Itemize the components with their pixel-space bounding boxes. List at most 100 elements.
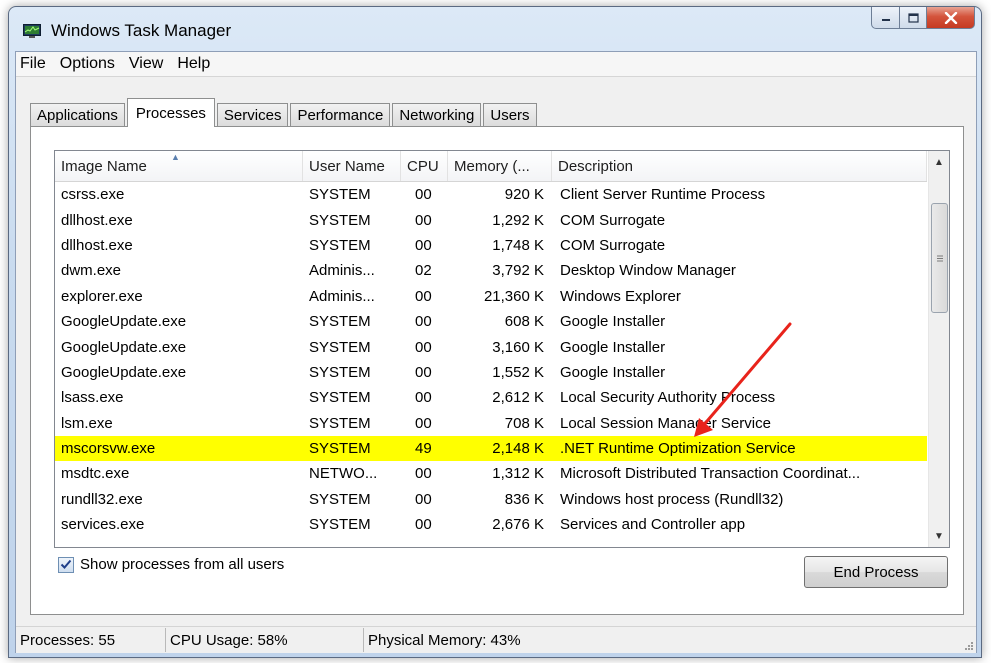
- tab-processes[interactable]: Processes: [126, 98, 215, 127]
- cpu-cell: 00: [415, 389, 432, 407]
- column-label: Description: [558, 157, 634, 175]
- window-body: File Options View Help Applications Proc…: [15, 51, 977, 653]
- minimize-button[interactable]: [871, 7, 900, 29]
- scroll-down-arrow-icon[interactable]: ▼: [929, 526, 949, 546]
- column-user-name[interactable]: User Name: [303, 151, 401, 181]
- column-label: CPU: [407, 157, 439, 175]
- menu-view[interactable]: View: [122, 55, 170, 73]
- show-all-users-label: Show processes from all users: [80, 556, 285, 573]
- show-all-users-checkbox[interactable]: [58, 556, 74, 573]
- process-name-cell: GoogleUpdate.exe: [61, 313, 187, 331]
- user-name-cell: SYSTEM: [309, 389, 371, 407]
- cpu-cell: 00: [415, 490, 432, 508]
- close-button[interactable]: [927, 7, 975, 29]
- column-cpu[interactable]: CPU: [401, 151, 448, 181]
- memory-cell: 2,676 K: [492, 516, 544, 534]
- task-manager-icon: [23, 24, 41, 38]
- process-name-cell: csrss.exe: [61, 186, 125, 204]
- menu-options[interactable]: Options: [53, 55, 122, 73]
- user-name-cell: SYSTEM: [309, 516, 371, 534]
- table-row[interactable]: lsass.exe SYSTEM 00 2,612 K Local Security A…: [55, 385, 927, 410]
- process-name-cell: mscorsvw.exe: [61, 440, 156, 458]
- process-list[interactable]: Image Name ▲ User Name CPU Memory (... D…: [54, 150, 950, 548]
- table-row[interactable]: msdtc.exe NETWO... 00 1,312 K Microsoft Dist…: [55, 461, 927, 486]
- minimize-icon: [881, 18, 890, 21]
- tab-applications[interactable]: Applications: [30, 103, 125, 126]
- tab-services[interactable]: Services: [216, 103, 289, 126]
- menu-help[interactable]: Help: [170, 55, 217, 73]
- memory-cell: 920 K: [504, 186, 544, 204]
- table-row[interactable]: rundll32.exe SYSTEM 00 836 K Windows host pr…: [55, 487, 927, 512]
- tab-performance[interactable]: Performance: [290, 103, 391, 126]
- process-name-cell: lsm.exe: [61, 414, 113, 432]
- description-cell: COM Surrogate: [560, 236, 666, 254]
- cpu-cell: 00: [415, 465, 432, 483]
- task-manager-window: Windows Task Manager File Options View H…: [8, 6, 982, 658]
- sort-ascending-icon: ▲: [171, 152, 180, 162]
- memory-cell: 1,312 K: [492, 465, 544, 483]
- memory-cell: 608 K: [504, 313, 544, 331]
- status-processes: Processes: 55: [16, 628, 166, 652]
- description-cell: .NET Runtime Optimization Service: [560, 440, 796, 458]
- menu-bar: File Options View Help: [16, 52, 976, 77]
- table-row[interactable]: dllhost.exe SYSTEM 00 1,292 K COM Surrogate: [55, 207, 927, 232]
- cpu-cell: 00: [415, 516, 432, 534]
- process-name-cell: dllhost.exe: [61, 211, 133, 229]
- user-name-cell: SYSTEM: [309, 363, 371, 381]
- memory-cell: 21,360 K: [483, 287, 544, 305]
- table-row[interactable]: services.exe SYSTEM 00 2,676 K Services and …: [55, 512, 927, 537]
- cpu-cell: 00: [415, 414, 432, 432]
- description-cell: Google Installer: [560, 313, 666, 331]
- grip-lines-icon: [936, 255, 943, 261]
- cpu-cell: 00: [415, 313, 432, 331]
- scroll-thumb[interactable]: [931, 203, 948, 313]
- column-image-name[interactable]: Image Name ▲: [55, 151, 303, 181]
- table-row[interactable]: csrss.exe SYSTEM 00 920 K Client Server Runt…: [55, 182, 927, 207]
- column-description[interactable]: Description: [552, 151, 927, 181]
- description-cell: Google Installer: [560, 338, 666, 356]
- description-cell: Google Installer: [560, 363, 666, 381]
- user-name-cell: Adminis...: [309, 262, 375, 280]
- tab-networking[interactable]: Networking: [392, 103, 482, 126]
- memory-cell: 3,792 K: [492, 262, 544, 280]
- window-title: Windows Task Manager: [51, 21, 232, 40]
- tab-strip: Applications Processes Services Performa…: [30, 98, 539, 127]
- table-row[interactable]: lsm.exe SYSTEM 00 708 K Local Session Manage…: [55, 411, 927, 436]
- table-row[interactable]: mscorsvw.exe SYSTEM 49 2,148 K .NET Runtime …: [55, 435, 927, 462]
- process-name-cell: rundll32.exe: [61, 490, 143, 508]
- memory-cell: 2,148 K: [492, 440, 544, 458]
- table-row[interactable]: GoogleUpdate.exe SYSTEM 00 3,160 K Google In…: [55, 334, 927, 359]
- table-row[interactable]: GoogleUpdate.exe SYSTEM 00 608 K Google Inst…: [55, 309, 927, 334]
- description-cell: Local Security Authority Process: [560, 389, 776, 407]
- process-name-cell: msdtc.exe: [61, 465, 130, 483]
- vertical-scrollbar[interactable]: ▲ ▼: [928, 151, 949, 547]
- user-name-cell: SYSTEM: [309, 211, 371, 229]
- column-memory[interactable]: Memory (...: [448, 151, 552, 181]
- cpu-cell: 00: [415, 287, 432, 305]
- table-row[interactable]: dllhost.exe SYSTEM 00 1,748 K COM Surrogate: [55, 233, 927, 258]
- memory-cell: 1,292 K: [492, 211, 544, 229]
- show-all-users-option[interactable]: Show processes from all users: [58, 556, 284, 573]
- menu-file[interactable]: File: [16, 55, 53, 73]
- maximize-button[interactable]: [900, 7, 927, 29]
- user-name-cell: SYSTEM: [309, 338, 371, 356]
- close-icon: [944, 11, 957, 24]
- status-physical-memory: Physical Memory: 43%: [368, 631, 521, 649]
- description-cell: Windows Explorer: [560, 287, 681, 305]
- description-cell: Client Server Runtime Process: [560, 186, 766, 204]
- scroll-up-arrow-icon[interactable]: ▲: [929, 152, 949, 172]
- cpu-cell: 00: [415, 338, 432, 356]
- memory-cell: 836 K: [504, 490, 544, 508]
- description-cell: Desktop Window Manager: [560, 262, 736, 280]
- resize-grip-icon[interactable]: [962, 639, 974, 651]
- user-name-cell: SYSTEM: [309, 414, 371, 432]
- memory-cell: 1,748 K: [492, 236, 544, 254]
- memory-cell: 1,552 K: [492, 363, 544, 381]
- user-name-cell: SYSTEM: [309, 490, 371, 508]
- table-row[interactable]: GoogleUpdate.exe SYSTEM 00 1,552 K Google In…: [55, 360, 927, 385]
- end-process-button[interactable]: End Process: [804, 556, 948, 588]
- table-row[interactable]: explorer.exe Adminis... 00 21,360 K Windows …: [55, 284, 927, 309]
- tab-users[interactable]: Users: [483, 103, 537, 126]
- title-bar[interactable]: Windows Task Manager: [9, 7, 981, 51]
- table-row[interactable]: dwm.exe Adminis... 02 3,792 K Desktop Window…: [55, 258, 927, 283]
